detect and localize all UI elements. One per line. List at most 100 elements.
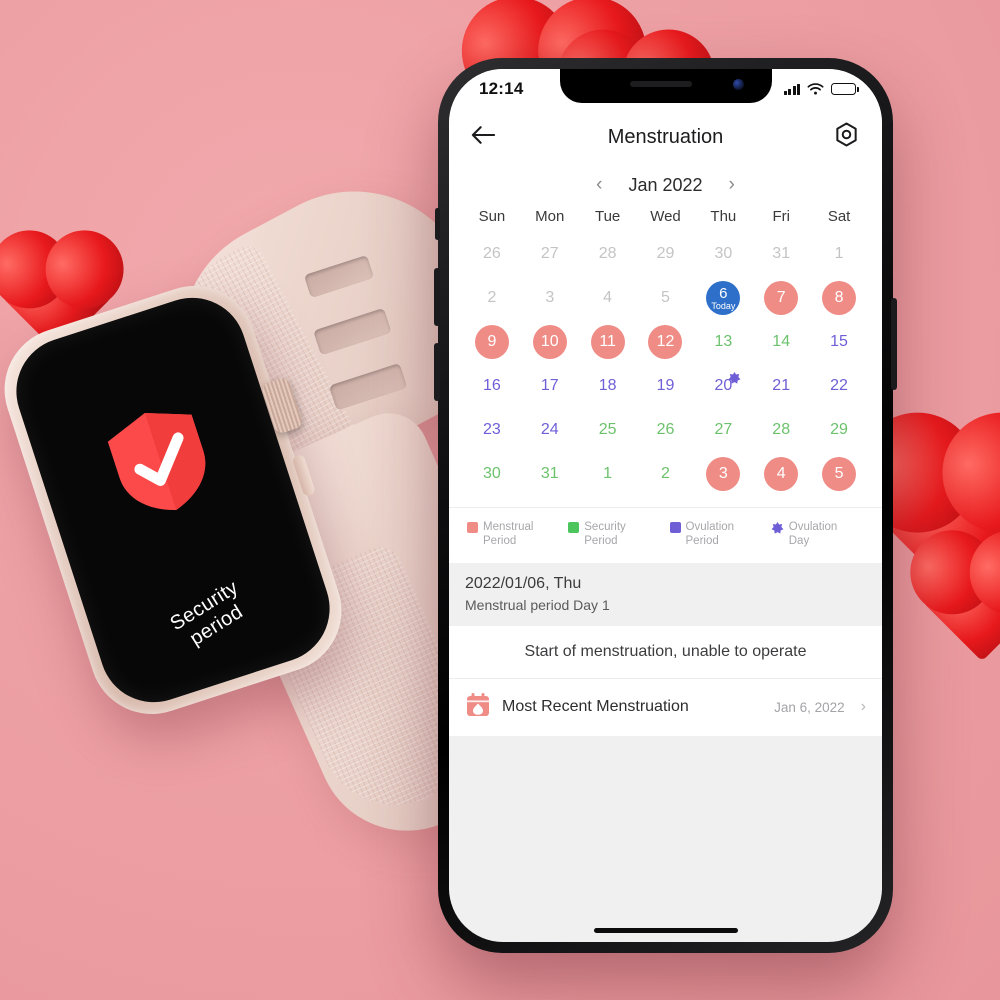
square-swatch-menstrual: [467, 522, 478, 533]
calendar-day-cell[interactable]: 3: [694, 453, 752, 495]
calendar-day-cell[interactable]: 10: [521, 321, 579, 363]
back-arrow-icon[interactable]: [471, 125, 496, 150]
calendar-day-13: 13: [714, 333, 733, 350]
calendar-day-cell[interactable]: 18: [579, 365, 637, 407]
heart-decoration-icon: [922, 542, 1000, 662]
phone-silent-switch[interactable]: [435, 208, 440, 240]
calendar-day-cell[interactable]: 23: [463, 409, 521, 451]
legend-item: Menstrual Period: [467, 520, 560, 549]
calendar-day-14: 14: [772, 333, 791, 350]
calendar-day-cell[interactable]: 31: [752, 233, 810, 275]
calendar-day-17: 17: [540, 377, 559, 394]
calendar-day-11: 11: [590, 325, 625, 359]
calendar-week-row: 23 24 25 26 27 28 29: [463, 409, 868, 451]
calendar-day-22: 22: [830, 377, 848, 394]
calendar-day-5: 5: [822, 457, 857, 491]
month-navigation: ‹ Jan 2022 ›: [463, 165, 868, 208]
calendar-day-cell[interactable]: 12: [637, 321, 695, 363]
calendar-day-cell[interactable]: 11: [579, 321, 637, 363]
selected-date-info: 2022/01/06, Thu Menstrual period Day 1: [449, 562, 882, 626]
calendar-day-cell[interactable]: 13: [694, 321, 752, 363]
legend-label: Security Period: [584, 521, 626, 548]
calendar-day-24: 24: [540, 421, 559, 438]
calendar-day-2: 2: [487, 289, 497, 306]
calendar-day-cell[interactable]: 1: [579, 453, 637, 495]
app-header: Menstruation: [449, 109, 882, 165]
cellular-signal-icon: [783, 83, 800, 95]
calendar-day-29: 29: [656, 245, 675, 262]
calendar-day-cell[interactable]: 1: [810, 233, 868, 275]
legend-item: Ovulation Period: [669, 520, 763, 549]
home-indicator[interactable]: [593, 928, 738, 933]
calendar-day-cell[interactable]: 17: [521, 365, 579, 407]
calendar-day-cell[interactable]: 7: [752, 277, 810, 319]
phone-power-button[interactable]: [891, 298, 897, 390]
calendar-day-cell[interactable]: 30: [694, 233, 752, 275]
recent-label: Most Recent Menstruation: [502, 698, 689, 716]
calendar-day-15: 15: [830, 333, 848, 350]
calendar-day-cell[interactable]: 9: [463, 321, 521, 363]
chevron-left-icon[interactable]: ‹: [590, 172, 608, 198]
most-recent-menstruation-row[interactable]: Most Recent Menstruation Jan 6, 2022 ›: [449, 678, 882, 736]
status-icons: [783, 82, 859, 96]
calendar-week-row: 30 31 1 2 3 4 5: [463, 453, 868, 495]
watch-status-label: Security period: [167, 577, 255, 656]
calendar-day-16: 16: [483, 377, 501, 394]
calendar-day-10: 10: [532, 325, 567, 359]
phone-volume-up-button[interactable]: [434, 268, 440, 326]
calendar-day-cell[interactable]: 2: [463, 277, 521, 319]
calendar-day-cell[interactable]: 27: [521, 233, 579, 275]
calendar-day-cell[interactable]: 5: [810, 453, 868, 495]
calendar-day-cell[interactable]: 25: [579, 409, 637, 451]
calendar-day-cell[interactable]: 28: [752, 409, 810, 451]
page-title: Menstruation: [607, 125, 724, 148]
calendar-day-cell[interactable]: 30: [463, 453, 521, 495]
calendar-day-cell[interactable]: 5: [637, 277, 695, 319]
calendar-day-cell[interactable]: 24: [521, 409, 579, 451]
band-hole: [313, 307, 392, 356]
calendar-day-cell[interactable]: 3: [521, 277, 579, 319]
calendar-day-cell[interactable]: 21: [752, 365, 810, 407]
calendar-day-cell[interactable]: 6 Today: [694, 277, 752, 319]
calendar-day-19: 19: [656, 377, 675, 394]
calendar-week-row: 26 27 28 29 30 31 1: [463, 233, 868, 275]
phone-volume-down-button[interactable]: [434, 343, 440, 401]
calendar-day-31: 31: [540, 465, 559, 482]
calendar-day-cell[interactable]: 31: [521, 453, 579, 495]
calendar-day-cell[interactable]: 4: [752, 453, 810, 495]
calendar-day-cell[interactable]: 28: [579, 233, 637, 275]
chevron-right-icon[interactable]: ›: [723, 172, 741, 198]
calendar-day-cell[interactable]: 14: [752, 321, 810, 363]
calendar-day-cell[interactable]: 2: [637, 453, 695, 495]
calendar-day-cell[interactable]: 27: [694, 409, 752, 451]
calendar-day-cell[interactable]: 19: [637, 365, 695, 407]
chevron-right-icon[interactable]: ›: [861, 698, 866, 716]
calendar-day-30: 30: [714, 245, 733, 262]
day-of-week-wed: Wed: [650, 208, 681, 225]
calendar-day-3: 3: [545, 289, 555, 306]
calendar-day-23: 23: [483, 421, 501, 438]
legend-item: Ovulation Day: [771, 520, 864, 549]
calendar-day-2: 2: [661, 465, 670, 482]
month-label: Jan 2022: [628, 174, 703, 195]
settings-gear-icon[interactable]: [833, 121, 860, 153]
star-swatch-ovulation-day: [771, 520, 784, 539]
calendar-day-cell[interactable]: 20: [694, 365, 752, 407]
calendar-day-27: 27: [540, 245, 559, 262]
calendar-day-cell[interactable]: 4: [579, 277, 637, 319]
calendar-day-1: 1: [834, 245, 844, 262]
calendar-day-cell[interactable]: 29: [810, 409, 868, 451]
calendar-day-29: 29: [830, 421, 848, 438]
calendar-day-3: 3: [706, 457, 741, 491]
calendar-day-cell[interactable]: 16: [463, 365, 521, 407]
calendar-day-cell[interactable]: 29: [637, 233, 695, 275]
calendar-day-cell[interactable]: 26: [637, 409, 695, 451]
shield-check-icon: [96, 394, 227, 534]
calendar-day-cell[interactable]: 8: [810, 277, 868, 319]
day-of-week-sun: Sun: [478, 208, 506, 225]
day-of-week-tue: Tue: [594, 208, 621, 225]
calendar-day-cell[interactable]: 22: [810, 365, 868, 407]
wifi-icon: [807, 82, 824, 95]
calendar-day-cell[interactable]: 15: [810, 321, 868, 363]
calendar-day-cell[interactable]: 26: [463, 233, 521, 275]
